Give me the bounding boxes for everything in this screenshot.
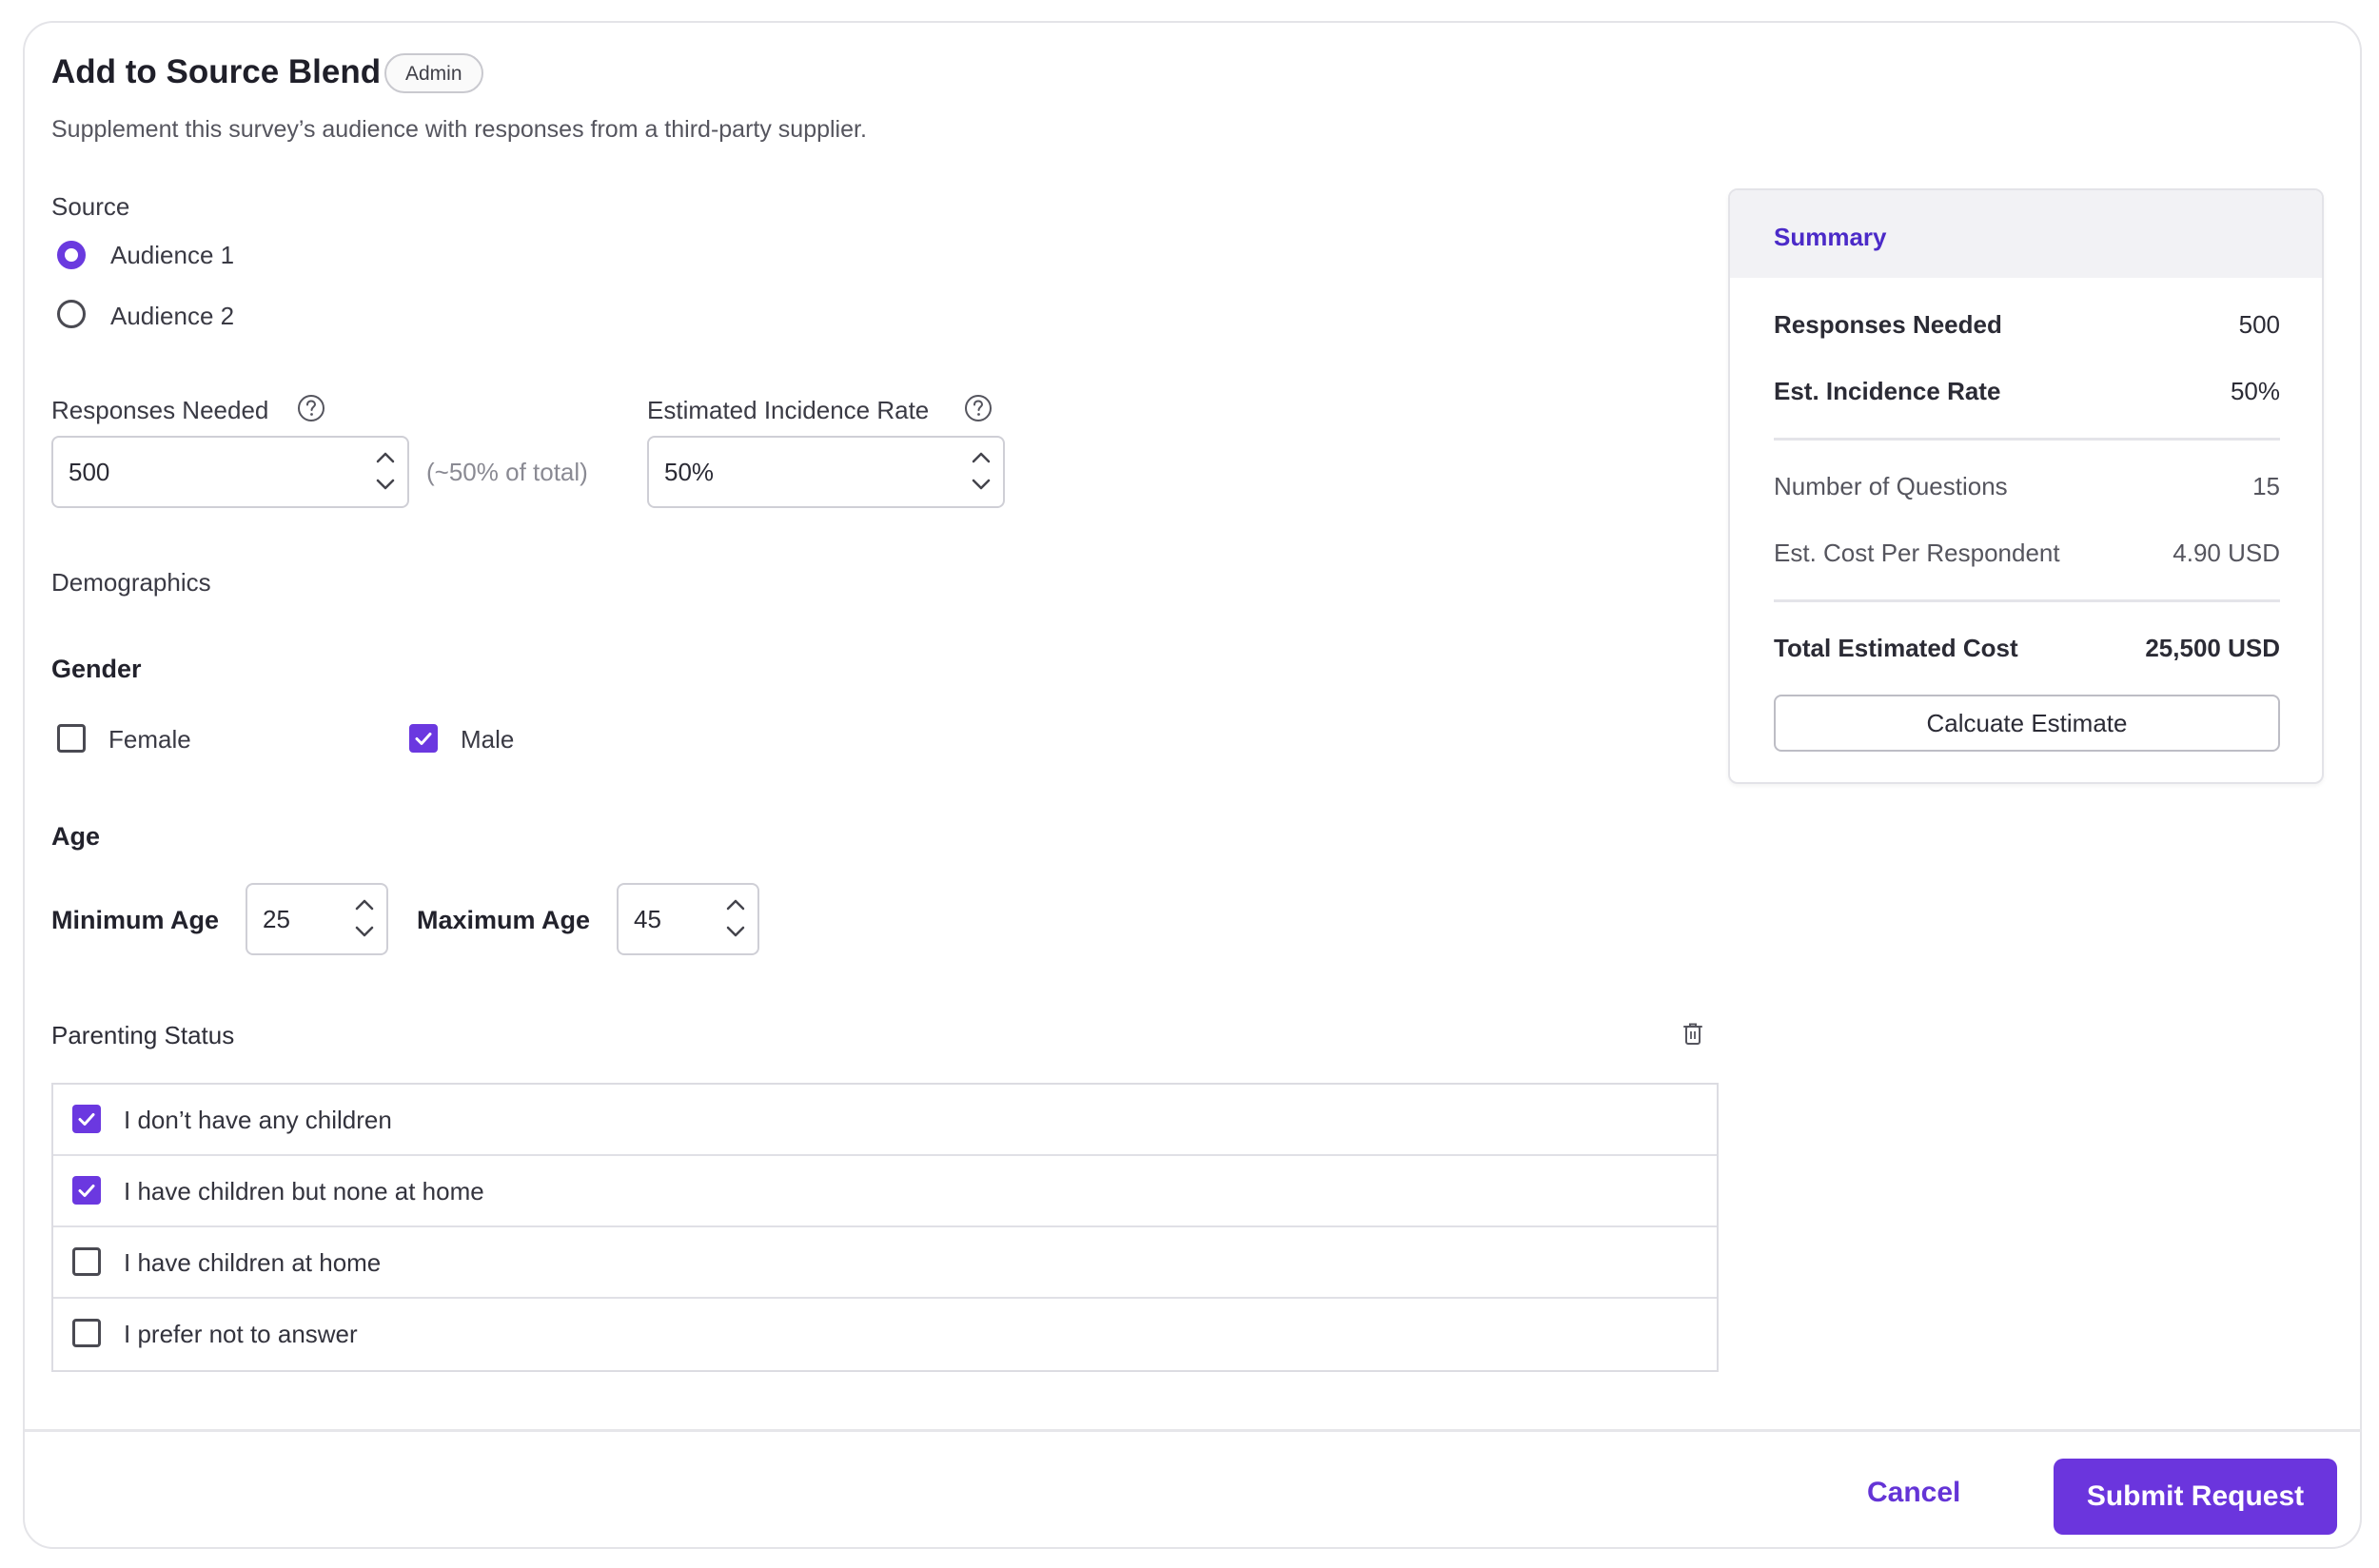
minimum-age-value: 25 (263, 905, 290, 933)
help-icon[interactable] (964, 394, 993, 422)
list-item-label: I have children at home (124, 1248, 382, 1277)
checkbox-male-label[interactable]: Male (461, 725, 514, 755)
stepper-arrows-icon[interactable] (373, 445, 398, 497)
footer-divider (25, 1429, 2362, 1432)
checkbox-female-label[interactable]: Female (108, 725, 191, 755)
help-icon[interactable] (297, 394, 325, 422)
radio-audience-2[interactable] (57, 300, 86, 328)
list-item-label: I prefer not to answer (124, 1320, 358, 1348)
responses-needed-value: 500 (69, 458, 110, 486)
list-item-label: I don’t have any children (124, 1106, 392, 1134)
checkbox-male[interactable] (409, 724, 438, 753)
parenting-status-list: I don’t have any children I have childre… (51, 1083, 1719, 1372)
summary-row: Number of Questions 15 (1774, 472, 2280, 506)
summary-divider (1774, 599, 2280, 602)
summary-value: 500 (2238, 310, 2280, 339)
checkbox-prefer-not-answer[interactable] (72, 1319, 101, 1347)
checkbox-children-not-home[interactable] (72, 1176, 101, 1205)
submit-request-button[interactable]: Submit Request (2054, 1459, 2337, 1535)
list-item[interactable]: I don’t have any children (53, 1085, 1717, 1156)
demographics-heading: Demographics (51, 568, 211, 597)
summary-value: 25,500 USD (2145, 634, 2280, 662)
responses-needed-stepper[interactable]: 500 (51, 436, 409, 508)
admin-badge: Admin (384, 53, 483, 93)
incidence-rate-label: Estimated Incidence Rate (647, 396, 930, 424)
age-label: Age (51, 822, 101, 851)
cancel-button[interactable]: Cancel (1867, 1477, 1960, 1509)
parenting-status-label: Parenting Status (51, 1021, 235, 1049)
stepper-arrows-icon[interactable] (352, 892, 377, 944)
minimum-age-stepper[interactable]: 25 (246, 883, 388, 955)
summary-key: Responses Needed (1774, 310, 2002, 339)
summary-value: 50% (2230, 377, 2280, 405)
summary-row: Est. Incidence Rate 50% (1774, 377, 2280, 411)
summary-value: 15 (2252, 472, 2280, 500)
radio-audience-2-label[interactable]: Audience 2 (110, 302, 234, 331)
summary-total-row: Total Estimated Cost 25,500 USD (1774, 634, 2280, 668)
responses-hint: (~50% of total) (426, 458, 588, 486)
summary-key: Est. Cost Per Respondent (1774, 539, 2060, 567)
maximum-age-value: 45 (634, 905, 661, 933)
trash-icon[interactable] (1682, 1022, 1703, 1047)
summary-panel: Summary Responses Needed 500 Est. Incide… (1728, 188, 2324, 784)
summary-row: Responses Needed 500 (1774, 310, 2280, 344)
radio-audience-1[interactable] (57, 241, 86, 269)
incidence-rate-value: 50% (664, 458, 715, 486)
checkmark-icon (415, 733, 432, 745)
stepper-arrows-icon[interactable] (723, 892, 748, 944)
summary-title: Summary (1774, 223, 1887, 251)
responses-needed-label: Responses Needed (51, 396, 269, 424)
minimum-age-label: Minimum Age (51, 906, 220, 934)
checkbox-female[interactable] (57, 724, 86, 753)
summary-key: Number of Questions (1774, 472, 2008, 500)
list-item[interactable]: I have children at home (53, 1227, 1717, 1299)
list-item[interactable]: I prefer not to answer (53, 1299, 1717, 1370)
summary-row: Est. Cost Per Respondent 4.90 USD (1774, 539, 2280, 573)
gender-label: Gender (51, 655, 142, 683)
dialog-title: Add to Source Blend (51, 53, 382, 90)
summary-header: Summary (1730, 190, 2322, 278)
checkbox-children-at-home[interactable] (72, 1247, 101, 1276)
radio-audience-1-label[interactable]: Audience 1 (110, 241, 234, 270)
list-item[interactable]: I have children but none at home (53, 1156, 1717, 1227)
dialog-subtitle: Supplement this survey’s audience with r… (51, 116, 867, 143)
summary-key: Est. Incidence Rate (1774, 377, 2001, 405)
checkmark-icon (78, 1113, 95, 1126)
maximum-age-label: Maximum Age (417, 906, 591, 934)
stepper-arrows-icon[interactable] (969, 445, 993, 497)
summary-value: 4.90 USD (2173, 539, 2280, 567)
source-label: Source (51, 192, 130, 221)
summary-divider (1774, 438, 2280, 441)
summary-key: Total Estimated Cost (1774, 634, 2018, 662)
checkmark-icon (78, 1185, 95, 1197)
maximum-age-stepper[interactable]: 45 (617, 883, 759, 955)
calculate-estimate-button[interactable]: Calcuate Estimate (1774, 695, 2280, 752)
checkbox-no-children[interactable] (72, 1105, 101, 1133)
incidence-rate-stepper[interactable]: 50% (647, 436, 1005, 508)
list-item-label: I have children but none at home (124, 1177, 484, 1205)
